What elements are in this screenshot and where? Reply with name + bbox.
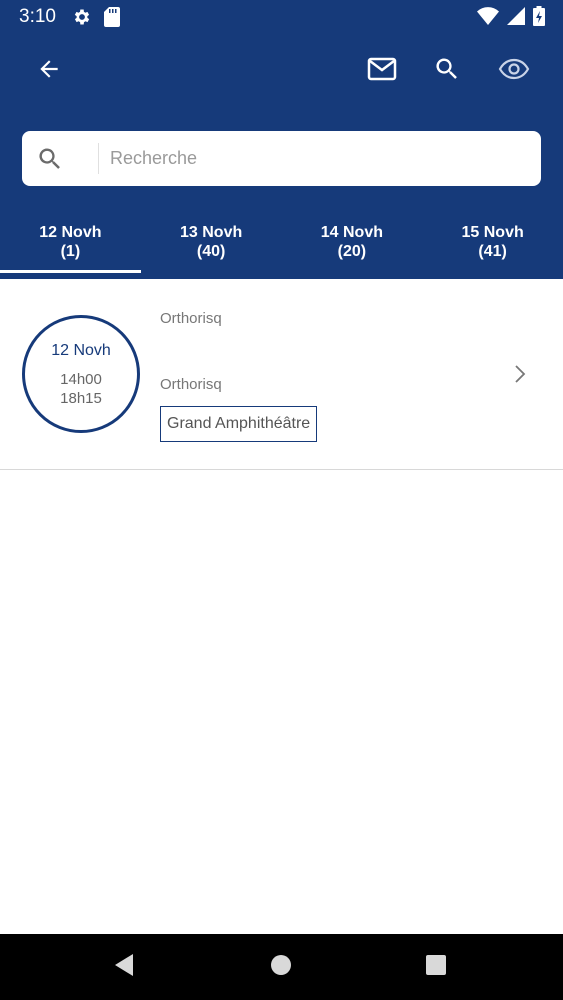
session-start-time: 14h00 (60, 371, 102, 388)
battery-icon (533, 6, 545, 31)
session-subtitle: Orthorisq (160, 376, 222, 393)
tab-count: (1) (60, 243, 81, 260)
session-title: Orthorisq (160, 310, 222, 327)
back-triangle-icon (113, 953, 135, 982)
tab-14-novh[interactable]: 14 Novh (20) (282, 219, 423, 279)
session-date: 12 Novh (51, 342, 111, 359)
nav-back-button[interactable] (91, 934, 157, 1000)
gear-icon (72, 7, 92, 32)
home-circle-icon (270, 954, 292, 981)
search-field-icon (36, 145, 64, 178)
eye-icon (498, 58, 530, 85)
back-button[interactable] (25, 47, 73, 95)
search-button[interactable] (423, 47, 471, 95)
search-input[interactable] (110, 143, 540, 174)
tab-label: 13 Novh (180, 224, 243, 241)
tab-12-novh[interactable]: 12 Novh (1) (0, 219, 141, 279)
recents-square-icon (425, 954, 447, 981)
mail-icon (367, 56, 397, 87)
search-divider (98, 143, 99, 174)
status-bar: 3:10 (0, 0, 563, 34)
tab-label: 15 Novh (461, 224, 524, 241)
app-header: 3:10 Recherche 12 Novh (1) 13 Novh (40) … (0, 0, 563, 279)
nav-recents-button[interactable] (403, 934, 469, 1000)
visibility-button[interactable] (490, 47, 538, 95)
session-room-badge: Grand Amphithéâtre (160, 406, 318, 442)
wifi-icon (477, 7, 499, 30)
mail-button[interactable] (358, 47, 406, 95)
status-time: 3:10 (19, 6, 56, 27)
tab-label: 12 Novh (39, 224, 102, 241)
signal-icon (507, 7, 525, 30)
system-nav-bar (0, 934, 563, 1000)
arrow-left-icon (36, 56, 62, 87)
search-bar[interactable] (22, 131, 541, 186)
tab-label: 14 Novh (320, 224, 383, 241)
nav-home-button[interactable] (248, 934, 314, 1000)
chevron-right-icon (512, 363, 528, 390)
tab-count: (20) (337, 243, 367, 260)
tab-count: (40) (196, 243, 226, 260)
session-date-circle: 12 Novh 14h00 18h15 (22, 315, 140, 433)
tab-13-novh[interactable]: 13 Novh (40) (141, 219, 282, 279)
session-end-time: 18h15 (60, 390, 102, 407)
sd-card-icon (104, 7, 120, 32)
session-list-item[interactable]: 12 Novh 14h00 18h15 Orthorisq Orthorisq … (0, 279, 563, 470)
search-icon (433, 55, 461, 88)
tab-count: (41) (478, 243, 507, 260)
tab-15-novh[interactable]: 15 Novh (41) (422, 219, 563, 279)
date-tabs: 12 Novh (1) 13 Novh (40) 14 Novh (20) 15… (0, 219, 563, 279)
